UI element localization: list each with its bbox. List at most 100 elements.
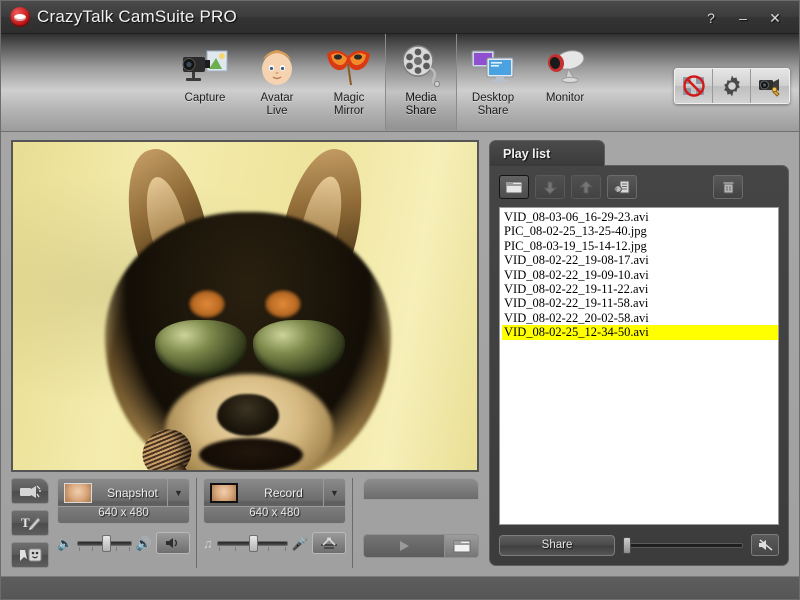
film-reel-icon bbox=[397, 42, 445, 90]
dog-nose bbox=[217, 394, 279, 436]
emoticon-icon bbox=[20, 548, 42, 562]
video-preview[interactable] bbox=[11, 140, 479, 472]
face-photo-icon bbox=[64, 482, 92, 503]
webcam-disabled-icon[interactable] bbox=[675, 69, 713, 103]
speaker-on-icon bbox=[166, 538, 178, 548]
slider-track bbox=[623, 543, 743, 548]
video-effect-button[interactable] bbox=[11, 478, 49, 504]
media-tab-strip[interactable] bbox=[363, 478, 479, 500]
toolbar-item-capture[interactable]: Capture bbox=[169, 34, 241, 130]
toolbar-item-media-share-label: Media Share bbox=[405, 92, 437, 117]
baby-face-icon bbox=[254, 42, 300, 90]
side-tool-buttons: T bbox=[11, 478, 51, 568]
toolbar-corner-buttons bbox=[674, 68, 790, 104]
list-item[interactable]: VID_08-02-22_19-09-10.avi bbox=[502, 268, 778, 282]
playlist-tab[interactable]: Play list bbox=[489, 140, 605, 166]
list-item-selected[interactable]: VID_08-02-25_12-34-50.avi bbox=[502, 325, 778, 340]
speaker-volume-row: 🔈 🔊 bbox=[57, 530, 190, 556]
delete-button[interactable] bbox=[713, 175, 743, 199]
microphone-volume-row: ♫ 🎤 bbox=[203, 530, 346, 556]
toolbar-item-desktop-share-label: Desktop Share bbox=[471, 92, 515, 117]
face-film-icon bbox=[210, 482, 238, 503]
playlist-listbox[interactable]: VID_08-03-06_16-29-23.avi PIC_08-02-25_1… bbox=[499, 207, 779, 525]
camcorder-photo-icon bbox=[179, 42, 231, 90]
open-folder-button[interactable] bbox=[444, 535, 478, 557]
toolbar-item-magic-mirror[interactable]: Magic Mirror bbox=[313, 34, 385, 130]
record-button[interactable]: Record ▼ 640 x 480 bbox=[203, 478, 346, 524]
snapshot-dropdown-chevron-down-icon[interactable]: ▼ bbox=[167, 479, 189, 506]
dog-mouth bbox=[199, 438, 303, 470]
sunglass-lens-left bbox=[155, 320, 247, 378]
play-button[interactable] bbox=[364, 535, 444, 557]
list-item[interactable]: VID_08-02-22_20-02-58.avi bbox=[502, 311, 778, 325]
dog-brow-left bbox=[189, 290, 225, 318]
audio-mixer-button[interactable] bbox=[312, 532, 346, 554]
folder-open-icon bbox=[505, 181, 523, 193]
sunglass-lens-right bbox=[253, 320, 345, 378]
speaker-toggle-button[interactable] bbox=[156, 532, 190, 554]
microphone-volume-slider[interactable] bbox=[216, 534, 288, 552]
toolbar-item-desktop-share[interactable]: Desktop Share bbox=[457, 34, 529, 130]
toolbar-item-magic-mirror-label: Magic Mirror bbox=[333, 92, 365, 117]
toolbar-item-media-share[interactable]: Media Share bbox=[385, 34, 457, 130]
transport-controls bbox=[363, 534, 479, 558]
share-button[interactable]: Share bbox=[499, 534, 615, 556]
window-buttons: ? – ✕ bbox=[703, 1, 793, 34]
snapshot-button[interactable]: Snapshot ▼ 640 x 480 bbox=[57, 478, 190, 524]
slider-knob[interactable] bbox=[249, 535, 259, 552]
add-file-button[interactable] bbox=[499, 175, 529, 199]
main-body: T Snapshot ▼ 640 x 480 🔈 🔊 Record ▼ 640 … bbox=[1, 132, 799, 576]
minimize-button[interactable]: – bbox=[735, 11, 751, 25]
snapshot-resolution: 640 x 480 bbox=[58, 506, 189, 523]
snapshot-button-top: Snapshot ▼ bbox=[58, 479, 189, 506]
playlist-volume-slider[interactable] bbox=[623, 536, 743, 554]
mute-button[interactable] bbox=[751, 534, 779, 556]
snapshot-label: Snapshot bbox=[107, 485, 158, 500]
folder-icon bbox=[453, 540, 470, 553]
speaker-low-icon: 🔈 bbox=[57, 535, 74, 551]
record-resolution: 640 x 480 bbox=[204, 506, 345, 523]
speaker-volume-slider[interactable] bbox=[77, 534, 132, 552]
text-tool-button[interactable]: T bbox=[11, 510, 49, 536]
list-item[interactable]: VID_08-03-06_16-29-23.avi bbox=[502, 210, 778, 224]
snapshot-group: Snapshot ▼ 640 x 480 🔈 🔊 bbox=[57, 478, 197, 568]
record-label: Record bbox=[264, 485, 303, 500]
slider-knob[interactable] bbox=[101, 535, 111, 552]
list-item[interactable]: VID_08-02-22_19-11-58.avi bbox=[502, 296, 778, 310]
close-button[interactable]: ✕ bbox=[767, 11, 783, 25]
crazytalk-lips-logo-icon bbox=[10, 7, 30, 27]
toolbar-item-avatar-live-label: Avatar Live bbox=[260, 92, 294, 117]
main-toolbar: Capture Avatar Live Magic Mirror Media S… bbox=[1, 34, 799, 132]
trash-icon bbox=[722, 181, 734, 193]
toolbar-item-capture-label: Capture bbox=[184, 92, 226, 104]
playlist-toolbar-spacer bbox=[643, 175, 707, 199]
record-dropdown-chevron-down-icon[interactable]: ▼ bbox=[323, 479, 345, 506]
help-button[interactable]: ? bbox=[703, 11, 719, 25]
carnival-mask-icon bbox=[324, 42, 374, 90]
playlist-tab-label: Play list bbox=[503, 146, 551, 161]
app-title: CrazyTalk CamSuite PRO bbox=[37, 7, 237, 26]
camera-effect-icon bbox=[20, 485, 41, 498]
toolbar-item-monitor[interactable]: Monitor bbox=[529, 34, 601, 130]
list-item[interactable]: VID_08-02-22_19-11-22.avi bbox=[502, 282, 778, 296]
camera-wrench-icon[interactable] bbox=[751, 69, 789, 103]
slider-knob[interactable] bbox=[623, 537, 631, 554]
preview-column: T Snapshot ▼ 640 x 480 🔈 🔊 Record ▼ 640 … bbox=[11, 140, 479, 568]
speaker-high-icon: 🔊 bbox=[135, 535, 152, 551]
move-down-button[interactable] bbox=[535, 175, 565, 199]
move-up-button[interactable] bbox=[571, 175, 601, 199]
dog-brow-right bbox=[265, 290, 301, 318]
toolbar-item-avatar-live[interactable]: Avatar Live bbox=[241, 34, 313, 130]
list-item[interactable]: PIC_08-02-25_13-25-40.jpg bbox=[502, 224, 778, 238]
file-properties-icon bbox=[614, 180, 630, 193]
list-item[interactable]: PIC_08-03-19_15-14-12.jpg bbox=[502, 239, 778, 253]
emoticon-button[interactable] bbox=[11, 542, 49, 568]
playlist-panel: VID_08-03-06_16-29-23.avi PIC_08-02-25_1… bbox=[489, 165, 789, 566]
list-item[interactable]: VID_08-02-22_19-08-17.avi bbox=[502, 253, 778, 267]
playlist-column: Play list VID_08-03-06_16-29-23.avi PIC_… bbox=[489, 140, 789, 568]
gear-icon[interactable] bbox=[713, 69, 751, 103]
preview-controls: T Snapshot ▼ 640 x 480 🔈 🔊 Record ▼ 640 … bbox=[11, 478, 479, 568]
toolbar-item-monitor-label: Monitor bbox=[545, 92, 585, 104]
properties-button[interactable] bbox=[607, 175, 637, 199]
text-pen-icon: T bbox=[21, 515, 41, 530]
